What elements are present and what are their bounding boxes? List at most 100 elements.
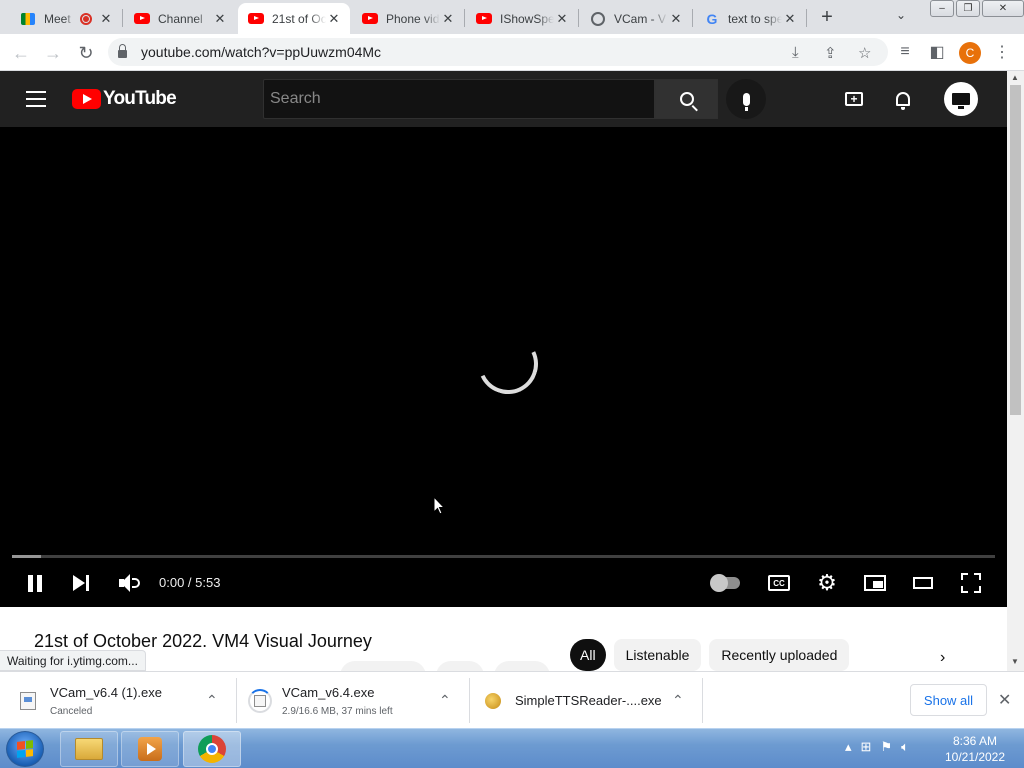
below-player: 21st of October 2022. VM4 Visual Journey… — [0, 607, 1007, 691]
close-tab-icon[interactable]: ✕ — [326, 11, 342, 27]
notifications-button[interactable] — [892, 88, 914, 110]
new-tab-icon[interactable]: + — [816, 6, 838, 28]
menu-kebab-icon[interactable]: ⋮ — [992, 42, 1012, 62]
tab-ishowspeed[interactable]: IShowSpeed ✕ — [466, 3, 578, 34]
tab-title: Phone video — [386, 11, 440, 26]
video-player[interactable]: 0:00 / 5:53 CC ⚙ — [0, 127, 1007, 607]
subtitles-button[interactable]: CC — [765, 569, 793, 597]
download-item[interactable]: VCam_v6.4.exe 2.9/16.6 MB, 37 mins left … — [248, 672, 468, 729]
video-title: 21st of October 2022. VM4 Visual Journey — [34, 631, 372, 651]
restore-icon[interactable]: ❐ — [956, 0, 980, 17]
tab-title: 21st of October 2022 — [272, 11, 326, 26]
account-avatar[interactable] — [944, 82, 978, 116]
chrome-icon — [198, 735, 226, 763]
side-panel-icon[interactable]: ◧ — [927, 42, 947, 62]
forward-icon[interactable]: → — [42, 42, 64, 64]
chevron-up-icon[interactable]: ⌃ — [672, 692, 684, 709]
profile-avatar[interactable]: C — [959, 42, 981, 64]
google-icon: G — [706, 10, 718, 27]
install-icon[interactable]: ⤓ — [792, 44, 799, 61]
chip-all[interactable]: All — [570, 639, 606, 671]
close-tab-icon[interactable]: ✕ — [98, 11, 114, 27]
scroll-up-icon[interactable]: ▲ — [1011, 73, 1019, 82]
loading-spinner — [469, 325, 547, 403]
close-tab-icon[interactable]: ✕ — [782, 11, 798, 27]
media-control-icon[interactable]: ≡ — [895, 42, 915, 62]
windows-logo-icon — [17, 740, 33, 758]
bell-icon — [896, 92, 910, 110]
close-tab-icon[interactable]: ✕ — [440, 11, 456, 27]
share-icon[interactable]: ⇪ — [824, 44, 837, 62]
globe-icon — [590, 11, 606, 27]
flag-alert-icon[interactable]: ⚑ — [880, 739, 892, 755]
tab-text-to-speech[interactable]: G text to speech ✕ — [694, 3, 806, 34]
close-tab-icon[interactable]: ✕ — [668, 11, 684, 27]
tab-meet[interactable]: Meet ✕ — [10, 3, 122, 34]
search-input[interactable]: Search — [263, 79, 655, 119]
theater-mode-button[interactable] — [909, 569, 937, 597]
scroll-down-icon[interactable]: ▼ — [1011, 657, 1019, 666]
show-all-downloads-button[interactable]: Show all — [910, 684, 987, 716]
speaker-icon[interactable]: 🔈︎ — [901, 739, 909, 755]
bookmark-star-icon[interactable]: ☆ — [858, 44, 871, 62]
settings-button[interactable]: ⚙ — [813, 569, 841, 597]
page-scrollbar[interactable]: ▲ ▼ — [1007, 71, 1024, 671]
youtube-wordmark: YouTube — [103, 88, 177, 109]
folder-icon — [75, 738, 103, 760]
download-status: 2.9/16.6 MB, 37 mins left — [282, 705, 393, 717]
clock-date: 10/21/2022 — [944, 750, 1006, 764]
search-button[interactable] — [655, 79, 718, 119]
pause-button[interactable] — [21, 569, 49, 597]
chip-listenable[interactable]: Listenable — [613, 639, 702, 671]
taskbar-chrome[interactable] — [183, 731, 241, 767]
chevron-down-icon[interactable]: ⌄ — [896, 8, 906, 22]
tray-expand-icon[interactable]: ▴ — [845, 739, 852, 755]
back-icon[interactable]: ← — [10, 42, 32, 64]
autoplay-toggle[interactable] — [710, 569, 740, 597]
start-button[interactable] — [6, 731, 44, 767]
tab-strip: Meet ✕ Channel ✕ 21st of October 2022 ✕ … — [0, 0, 1024, 34]
taskbar-media-player[interactable] — [121, 731, 179, 767]
tab-current-video[interactable]: 21st of October 2022 ✕ — [238, 3, 350, 34]
tab-channel[interactable]: Channel ✕ — [124, 3, 236, 34]
mute-button[interactable] — [115, 569, 143, 597]
youtube-logo[interactable]: YouTube — [72, 88, 177, 110]
tab-vcam[interactable]: VCam - V ✕ — [580, 3, 692, 34]
video-camera-plus-icon: + — [845, 92, 863, 106]
window-controls: – ❐ ✕ — [928, 0, 1024, 17]
next-button[interactable] — [68, 569, 96, 597]
download-item[interactable]: VCam_v6.4 (1).exe Canceled ⌃ — [20, 672, 235, 729]
chevron-up-icon[interactable]: ⌃ — [439, 692, 451, 709]
search-icon — [679, 92, 694, 106]
chevron-right-icon[interactable]: › — [940, 649, 945, 667]
volume-icon — [119, 574, 140, 592]
scrollbar-thumb[interactable] — [1010, 85, 1021, 415]
create-video-button[interactable]: + — [843, 88, 865, 110]
meet-icon — [20, 11, 36, 27]
network-icon[interactable]: ⊞ — [861, 739, 872, 755]
chevron-up-icon[interactable]: ⌃ — [206, 692, 218, 709]
tab-phone-video[interactable]: Phone video ✕ — [352, 3, 464, 34]
close-tab-icon[interactable]: ✕ — [554, 11, 570, 27]
close-window-icon[interactable]: ✕ — [982, 0, 1024, 17]
chip-recently-uploaded[interactable]: Recently uploaded — [709, 639, 850, 671]
system-tray: ▴ ⊞ ⚑ 🔈︎ — [845, 739, 909, 755]
voice-search-button[interactable] — [726, 79, 766, 119]
miniplayer-button[interactable] — [861, 569, 889, 597]
hamburger-menu-icon[interactable] — [26, 91, 46, 107]
taskbar-clock[interactable]: 8:36 AM 10/21/2022 — [940, 733, 1010, 765]
close-tab-icon[interactable]: ✕ — [212, 11, 228, 27]
address-bar[interactable]: youtube.com/watch?v=ppUuwzm04Mc ⤓ ⇪ ☆ — [108, 38, 888, 66]
minimize-icon[interactable]: – — [930, 0, 954, 17]
download-item[interactable]: SimpleTTSReader-....exe ⌃ — [485, 672, 700, 729]
taskbar: ▴ ⊞ ⚑ 🔈︎ 8:36 AM 10/21/2022 — [0, 728, 1024, 768]
screen: Meet ✕ Channel ✕ 21st of October 2022 ✕ … — [0, 0, 1024, 768]
download-name: VCam_v6.4.exe — [282, 684, 375, 700]
close-shelf-icon[interactable]: ✕ — [998, 690, 1011, 710]
fullscreen-button[interactable] — [957, 569, 985, 597]
taskbar-explorer[interactable] — [60, 731, 118, 767]
download-name: VCam_v6.4 (1).exe — [50, 684, 162, 700]
reload-icon[interactable]: ↻ — [75, 42, 97, 64]
youtube-icon — [134, 11, 150, 27]
progress-bar[interactable] — [12, 555, 995, 558]
